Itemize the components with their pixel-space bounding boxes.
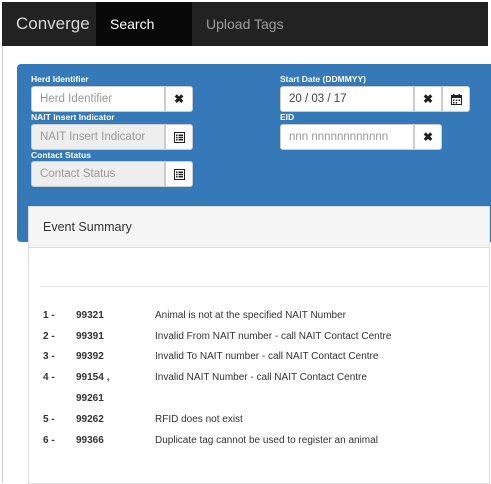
tab-upload-tags[interactable]: Upload Tags [192,2,298,46]
tab-search-nait[interactable]: Search NAIT [96,2,192,76]
divider [40,286,488,287]
event-code: 99391 [76,331,104,342]
event-code: 99366 [76,435,104,446]
event-index: 1 - [43,310,55,321]
herd-identifier-input[interactable]: Herd Identifier [31,86,165,112]
event-code: 99261 [76,393,104,404]
event-message: Animal is not at the specified NAIT Numb… [155,310,347,321]
times-icon: ✖ [422,92,434,106]
start-date-label: Start Date (DDMMYY) [280,74,366,84]
event-message: Invalid NAIT Number - call NAIT Contact … [155,372,367,383]
eid-clear-button[interactable]: ✖ [414,124,442,150]
nait-insert-indicator-list-button[interactable] [165,124,193,150]
event-code: 99392 [76,351,104,362]
list-icon [173,168,185,180]
start-date-input[interactable]: 20 / 03 / 17 [280,86,414,112]
event-message: Invalid To NAIT number - call NAIT Conta… [155,351,379,362]
event-code: 99262 [76,414,104,425]
top-navbar: Converge Search NAIT Upload Tags [2,2,488,76]
nait-insert-indicator-label: NAIT Insert Indicator [31,112,115,122]
event-index: 2 - [43,331,55,342]
contact-status-list-button[interactable] [165,161,193,187]
herd-identifier-label: Herd Identifier [31,74,89,84]
herd-identifier-clear-button[interactable]: ✖ [165,86,193,112]
event-summary-title: Event Summary [43,220,132,234]
times-icon: ✖ [173,92,185,106]
list-icon [173,131,185,143]
event-message: RFID does not exist [155,414,243,425]
eid-label: EID [280,112,295,122]
event-code: 99154 , [76,372,110,383]
event-index: 4 - [43,372,55,383]
event-index: 3 - [43,351,55,362]
nait-insert-indicator-input[interactable]: NAIT Insert Indicator [31,124,165,150]
event-message: Duplicate tag cannot be used to register… [155,435,378,446]
start-date-calendar-button[interactable] [442,86,470,112]
event-index: 6 - [43,435,55,446]
eid-input[interactable]: nnn nnnnnnnnnnnn [280,124,414,150]
calendar-icon [450,93,462,105]
contact-status-label: Contact Status [31,150,91,160]
brand-logo-text[interactable]: Converge [16,14,90,34]
start-date-clear-button[interactable]: ✖ [414,86,442,112]
contact-status-input[interactable]: Contact Status [31,161,165,187]
event-index: 5 - [43,414,55,425]
times-icon: ✖ [422,130,434,144]
event-message: Invalid From NAIT number - call NAIT Con… [155,331,392,342]
event-summary-header: Event Summary [29,207,489,248]
event-code: 99321 [76,310,104,321]
